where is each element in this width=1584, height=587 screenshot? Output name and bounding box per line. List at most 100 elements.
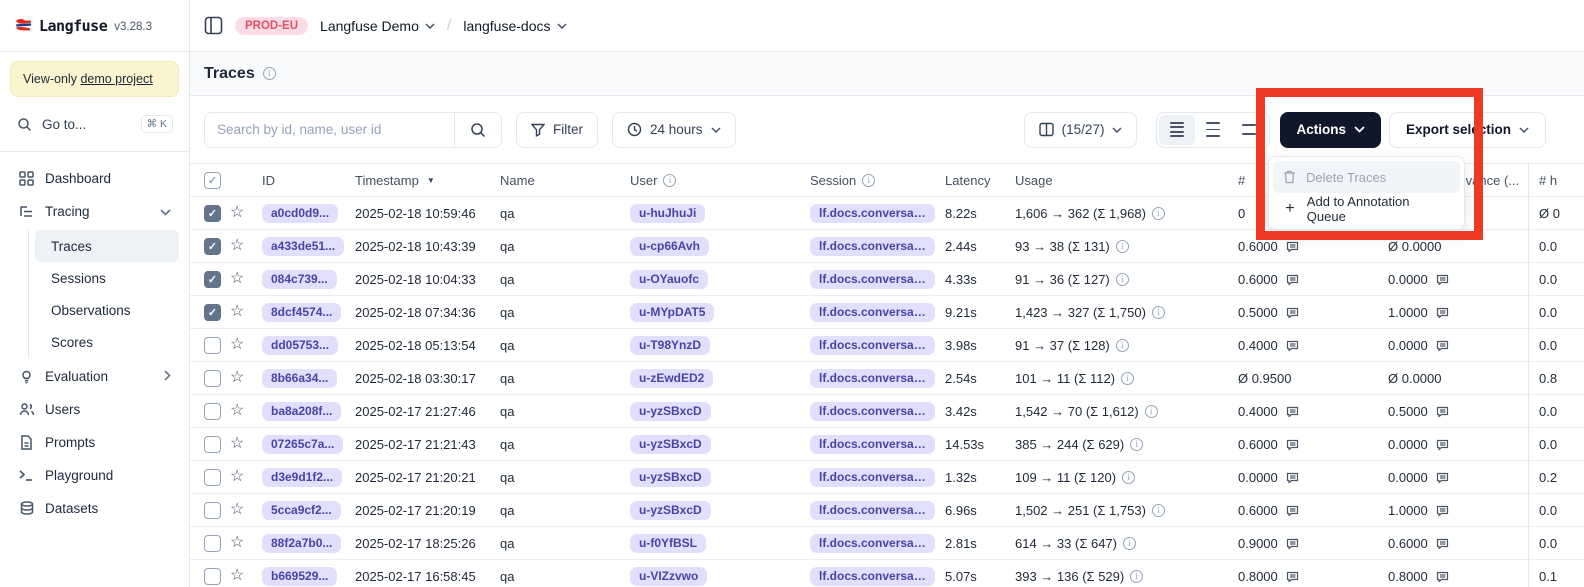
trace-id-badge[interactable]: 07265c7a... bbox=[262, 435, 343, 454]
sidebar-item-datasets[interactable]: Datasets bbox=[10, 492, 179, 525]
user-id-badge[interactable]: u-yzSBxcD bbox=[630, 402, 711, 421]
table-row[interactable]: ☆ 8b66a34... 2025-02-18 03:30:17 qa u-zE… bbox=[190, 362, 1584, 395]
row-checkbox[interactable] bbox=[204, 304, 221, 321]
sidebar-item-playground[interactable]: Playground bbox=[10, 459, 179, 492]
session-id-badge[interactable]: lf.docs.conversation... bbox=[810, 435, 935, 454]
row-checkbox[interactable] bbox=[204, 469, 221, 486]
bookmark-star-icon[interactable]: ☆ bbox=[230, 271, 244, 287]
menu-item-add-to-annotation-queue[interactable]: + Add to Annotation Queue bbox=[1273, 193, 1460, 225]
row-checkbox[interactable] bbox=[204, 502, 221, 519]
sidebar-item-dashboard[interactable]: Dashboard bbox=[10, 162, 179, 195]
sidebar-item-evaluation[interactable]: Evaluation bbox=[10, 360, 179, 393]
filter-button[interactable]: Filter bbox=[516, 112, 598, 148]
trace-id-badge[interactable]: 084c739... bbox=[262, 270, 337, 289]
user-id-badge[interactable]: u-yzSBxcD bbox=[630, 468, 711, 487]
sidebar-item-prompts[interactable]: Prompts bbox=[10, 426, 179, 459]
row-height-small-button[interactable] bbox=[1159, 115, 1195, 145]
row-checkbox[interactable] bbox=[204, 403, 221, 420]
actions-button[interactable]: Actions bbox=[1280, 112, 1381, 148]
user-id-badge[interactable]: u-zEwdED2 bbox=[630, 369, 713, 388]
trace-id-badge[interactable]: dd05753... bbox=[262, 336, 338, 355]
search-input[interactable] bbox=[205, 113, 454, 147]
user-id-badge[interactable]: u-T98YnzD bbox=[630, 336, 710, 355]
menu-item-delete-traces[interactable]: Delete Traces bbox=[1273, 161, 1460, 193]
bookmark-star-icon[interactable]: ☆ bbox=[230, 568, 244, 584]
user-id-badge[interactable]: u-f0YfBSL bbox=[630, 534, 706, 553]
bookmark-star-icon[interactable]: ☆ bbox=[230, 370, 244, 386]
trace-id-badge[interactable]: b669529... bbox=[262, 567, 337, 586]
row-checkbox[interactable] bbox=[204, 568, 221, 585]
demo-project-link[interactable]: demo project bbox=[80, 72, 152, 86]
bookmark-star-icon[interactable]: ☆ bbox=[230, 436, 244, 452]
bookmark-star-icon[interactable]: ☆ bbox=[230, 238, 244, 254]
row-checkbox[interactable] bbox=[204, 238, 221, 255]
trace-id-badge[interactable]: a433de51... bbox=[262, 237, 344, 256]
time-range-button[interactable]: 24 hours bbox=[612, 112, 736, 148]
user-id-badge[interactable]: u-cp66Avh bbox=[630, 237, 709, 256]
trace-id-badge[interactable]: a0cd0d9... bbox=[262, 204, 338, 223]
user-id-badge[interactable]: u-VIZzvwo bbox=[630, 567, 707, 586]
select-all-checkbox[interactable] bbox=[204, 172, 221, 189]
table-row[interactable]: ☆ 07265c7a... 2025-02-17 21:21:43 qa u-y… bbox=[190, 428, 1584, 461]
row-height-medium-button[interactable] bbox=[1195, 115, 1231, 145]
bookmark-star-icon[interactable]: ☆ bbox=[230, 469, 244, 485]
header-timestamp[interactable]: Timestamp ▼ bbox=[345, 173, 490, 188]
sidebar-item-users[interactable]: Users bbox=[10, 393, 179, 426]
table-row[interactable]: ☆ dd05753... 2025-02-18 05:13:54 qa u-T9… bbox=[190, 329, 1584, 362]
session-id-badge[interactable]: lf.docs.conversation... bbox=[810, 204, 935, 223]
trace-id-badge[interactable]: 8dcf4574... bbox=[262, 303, 341, 322]
row-checkbox[interactable] bbox=[204, 535, 221, 552]
session-id-badge[interactable]: lf.docs.conversation... bbox=[810, 369, 935, 388]
row-checkbox[interactable] bbox=[204, 271, 221, 288]
panel-left-icon[interactable] bbox=[204, 16, 223, 35]
header-usage[interactable]: Usage bbox=[1005, 173, 1228, 188]
column-visibility-button[interactable]: (15/27) bbox=[1024, 112, 1138, 148]
table-row[interactable]: ☆ d3e9d1f2... 2025-02-17 21:20:21 qa u-y… bbox=[190, 461, 1584, 494]
user-id-badge[interactable]: u-huJhuJi bbox=[630, 204, 705, 223]
trace-id-badge[interactable]: 88f2a7b0... bbox=[262, 534, 341, 553]
row-checkbox[interactable] bbox=[204, 205, 221, 222]
project-switcher[interactable]: langfuse-docs bbox=[463, 18, 566, 34]
session-id-badge[interactable]: lf.docs.conversation... bbox=[810, 303, 935, 322]
header-session[interactable]: Session bbox=[800, 173, 935, 188]
row-checkbox[interactable] bbox=[204, 370, 221, 387]
bookmark-star-icon[interactable]: ☆ bbox=[230, 337, 244, 353]
trace-id-badge[interactable]: 5cca9cf2... bbox=[262, 501, 341, 520]
session-id-badge[interactable]: lf.docs.conversation... bbox=[810, 402, 935, 421]
org-switcher[interactable]: Langfuse Demo bbox=[320, 18, 435, 34]
bookmark-star-icon[interactable]: ☆ bbox=[230, 502, 244, 518]
session-id-badge[interactable]: lf.docs.conversation... bbox=[810, 468, 935, 487]
session-id-badge[interactable]: lf.docs.conversation... bbox=[810, 567, 935, 586]
table-row[interactable]: ☆ 084c739... 2025-02-18 10:04:33 qa u-OY… bbox=[190, 263, 1584, 296]
table-row[interactable]: ☆ 5cca9cf2... 2025-02-17 21:20:19 qa u-y… bbox=[190, 494, 1584, 527]
session-id-badge[interactable]: lf.docs.conversation... bbox=[810, 237, 935, 256]
bookmark-star-icon[interactable]: ☆ bbox=[230, 403, 244, 419]
sidebar-item-traces[interactable]: Traces bbox=[35, 230, 179, 262]
session-id-badge[interactable]: lf.docs.conversation... bbox=[810, 270, 935, 289]
row-checkbox[interactable] bbox=[204, 337, 221, 354]
trace-id-badge[interactable]: ba8a208f... bbox=[262, 402, 341, 421]
export-selection-button[interactable]: Export selection bbox=[1389, 112, 1546, 148]
table-row[interactable]: ☆ b669529... 2025-02-17 16:58:45 qa u-VI… bbox=[190, 560, 1584, 587]
sidebar-item-tracing[interactable]: Tracing bbox=[10, 195, 179, 228]
header-last[interactable]: # h bbox=[1528, 164, 1584, 196]
table-row[interactable]: ☆ a433de51... 2025-02-18 10:43:39 qa u-c… bbox=[190, 230, 1584, 263]
row-checkbox[interactable] bbox=[204, 436, 221, 453]
header-id[interactable]: ID bbox=[256, 173, 345, 188]
user-id-badge[interactable]: u-OYauofc bbox=[630, 270, 708, 289]
header-user[interactable]: User bbox=[620, 173, 800, 188]
user-id-badge[interactable]: u-yzSBxcD bbox=[630, 501, 711, 520]
user-id-badge[interactable]: u-yzSBxcD bbox=[630, 435, 711, 454]
bookmark-star-icon[interactable]: ☆ bbox=[230, 205, 244, 221]
table-row[interactable]: ☆ ba8a208f... 2025-02-17 21:27:46 qa u-y… bbox=[190, 395, 1584, 428]
header-name[interactable]: Name bbox=[490, 173, 620, 188]
trace-id-badge[interactable]: 8b66a34... bbox=[262, 369, 337, 388]
row-height-large-button[interactable] bbox=[1231, 115, 1267, 145]
sidebar-item-scores[interactable]: Scores bbox=[35, 326, 179, 358]
user-id-badge[interactable]: u-MYpDAT5 bbox=[630, 303, 714, 322]
table-row[interactable]: ☆ 88f2a7b0... 2025-02-17 18:25:26 qa u-f… bbox=[190, 527, 1584, 560]
table-row[interactable]: ☆ 8dcf4574... 2025-02-18 07:34:36 qa u-M… bbox=[190, 296, 1584, 329]
sidebar-item-sessions[interactable]: Sessions bbox=[35, 262, 179, 294]
trace-id-badge[interactable]: d3e9d1f2... bbox=[262, 468, 342, 487]
session-id-badge[interactable]: lf.docs.conversation... bbox=[810, 336, 935, 355]
